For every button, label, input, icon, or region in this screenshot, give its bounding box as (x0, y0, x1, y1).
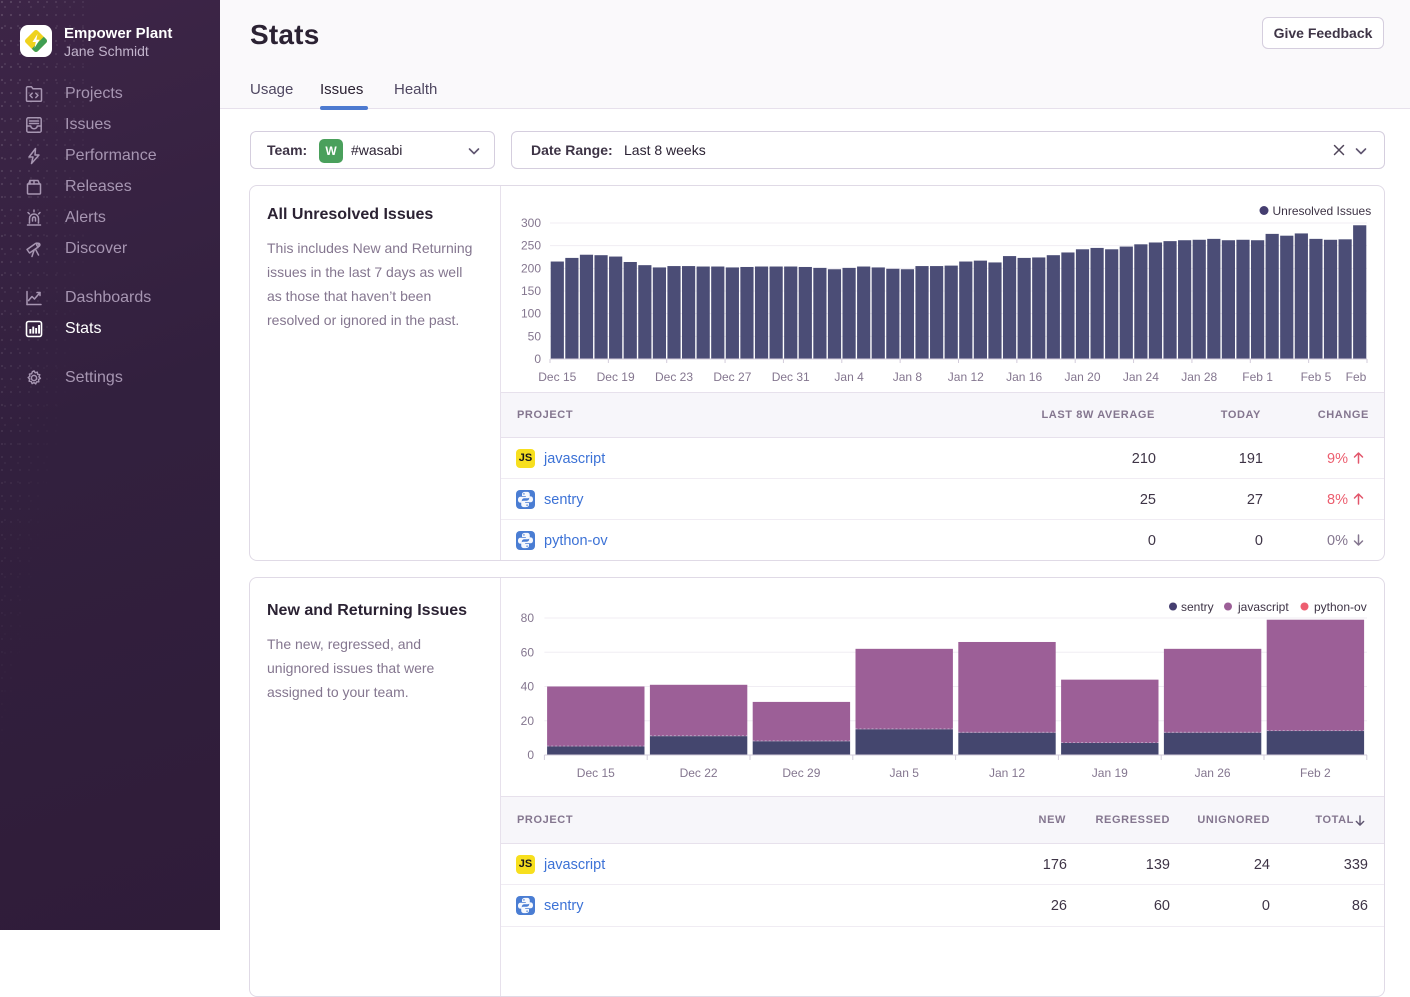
svg-text:Dec 19: Dec 19 (597, 370, 635, 384)
svg-text:Jan 24: Jan 24 (1123, 370, 1159, 384)
svg-text:Jan 5: Jan 5 (890, 766, 920, 780)
svg-text:250: 250 (521, 239, 541, 253)
svg-text:50: 50 (528, 329, 542, 343)
svg-text:40: 40 (521, 680, 535, 694)
svg-text:0: 0 (527, 748, 534, 762)
svg-text:Dec 29: Dec 29 (782, 766, 820, 780)
svg-text:Dec 27: Dec 27 (713, 370, 751, 384)
svg-text:Feb 1: Feb 1 (1242, 370, 1273, 384)
svg-text:20: 20 (521, 714, 535, 728)
svg-text:0: 0 (534, 352, 541, 366)
svg-text:Dec 31: Dec 31 (772, 370, 810, 384)
svg-text:Dec 23: Dec 23 (655, 370, 693, 384)
svg-text:Jan 20: Jan 20 (1064, 370, 1100, 384)
svg-text:150: 150 (521, 284, 541, 298)
svg-text:javascript: javascript (1237, 600, 1289, 614)
svg-text:Jan 12: Jan 12 (948, 370, 984, 384)
svg-text:80: 80 (521, 611, 535, 625)
svg-text:Jan 8: Jan 8 (893, 370, 923, 384)
svg-text:60: 60 (521, 645, 535, 659)
svg-text:Jan 12: Jan 12 (989, 766, 1025, 780)
svg-text:Dec 15: Dec 15 (577, 766, 615, 780)
svg-text:100: 100 (521, 307, 541, 321)
svg-text:Jan 26: Jan 26 (1195, 766, 1231, 780)
svg-text:Jan 19: Jan 19 (1092, 766, 1128, 780)
svg-text:Feb 2: Feb 2 (1300, 766, 1331, 780)
svg-text:Jan 16: Jan 16 (1006, 370, 1042, 384)
svg-text:300: 300 (521, 216, 541, 230)
svg-text:Dec 22: Dec 22 (680, 766, 718, 780)
svg-text:sentry: sentry (1181, 600, 1214, 614)
svg-text:200: 200 (521, 261, 541, 275)
svg-text:Dec 15: Dec 15 (538, 370, 576, 384)
svg-text:Jan 28: Jan 28 (1181, 370, 1217, 384)
svg-text:Feb 5: Feb 5 (1301, 370, 1332, 384)
svg-text:python-ov: python-ov (1314, 600, 1367, 614)
svg-text:Jan 4: Jan 4 (834, 370, 864, 384)
svg-text:Feb: Feb (1346, 370, 1367, 384)
svg-text:Unresolved Issues: Unresolved Issues (1273, 204, 1372, 218)
